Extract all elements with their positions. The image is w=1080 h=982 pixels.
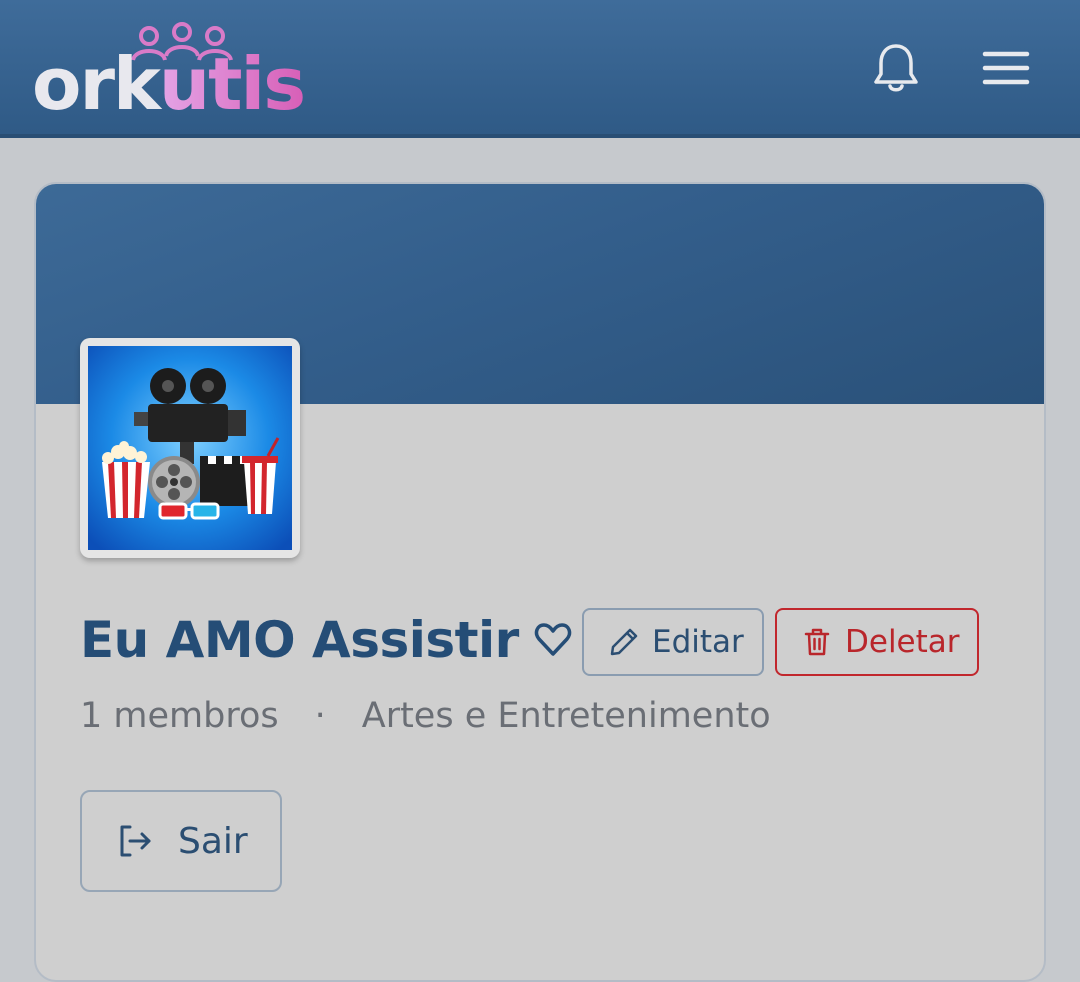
leave-button-label: Sair [178, 820, 248, 862]
group-name: Eu AMO Assistir [80, 611, 519, 669]
edit-button-label: Editar [652, 624, 744, 660]
orkutis-logo[interactable]: orkutis [32, 18, 306, 120]
logo-wordmark: orkutis [32, 42, 306, 126]
cinema-collage-image [88, 346, 292, 550]
edit-button[interactable]: Editar [582, 608, 764, 676]
delete-button-label: Deletar [845, 624, 960, 660]
delete-button[interactable]: Deletar [775, 608, 979, 676]
leave-group-button[interactable]: Sair [80, 790, 282, 892]
group-category: Artes e Entretenimento [361, 696, 771, 736]
menu-button[interactable] [978, 40, 1034, 96]
members-count: 1 membros [80, 696, 279, 736]
logout-icon [120, 825, 151, 857]
group-title-row: Eu AMO Assistir [80, 604, 573, 676]
group-meta: 1 membros · Artes e Entretenimento [80, 696, 771, 736]
notifications-button[interactable] [868, 40, 924, 96]
trash-icon [804, 628, 830, 656]
heart-outline-icon [534, 623, 572, 656]
hamburger-menu-icon [982, 51, 1030, 85]
group-card: Eu AMO Assistir Editar Deletar 1 membros… [34, 182, 1046, 982]
group-avatar [80, 338, 300, 558]
bell-icon [874, 44, 918, 92]
app-header: orkutis [0, 0, 1080, 138]
meta-separator: · [314, 696, 326, 736]
pencil-icon [610, 628, 638, 656]
